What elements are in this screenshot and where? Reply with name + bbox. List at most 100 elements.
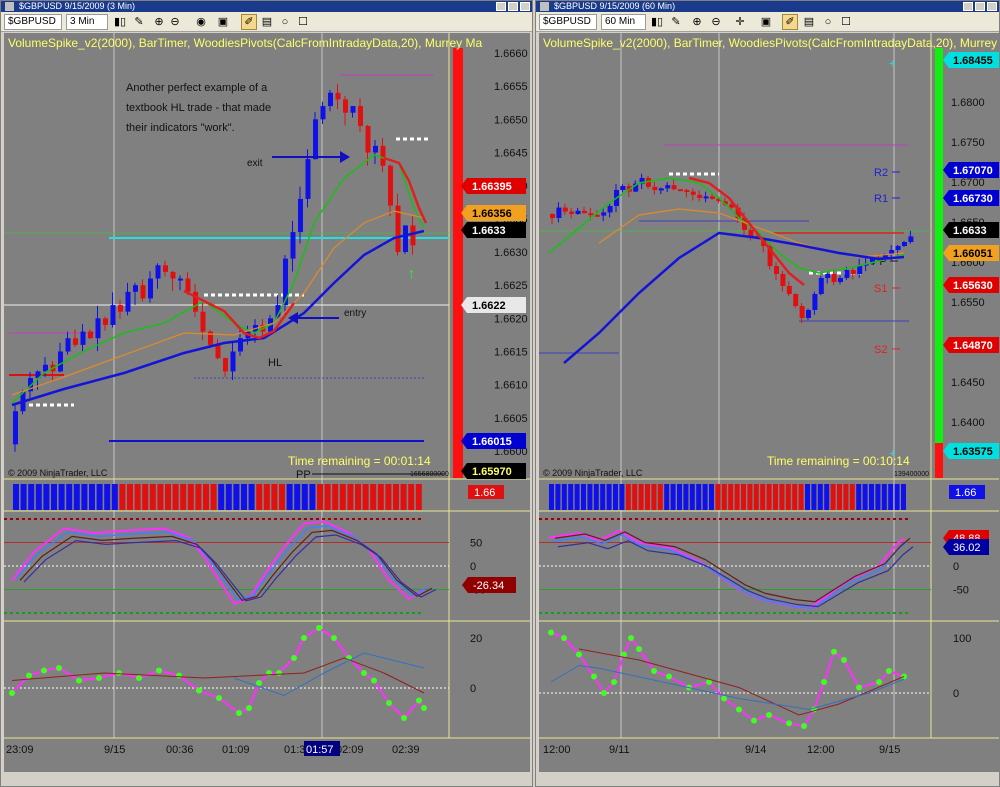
volume-bar: [89, 484, 95, 510]
candle: [799, 306, 805, 318]
globe-icon[interactable]: ◉: [193, 14, 209, 30]
right-chart-svg[interactable]: 1.68001.67501.67001.66501.66001.65501.65…: [539, 33, 999, 773]
price-label: 1.66730: [953, 193, 993, 205]
volume-bar: [561, 484, 567, 510]
price-label: 1.67070: [953, 165, 993, 177]
osc-dot: [76, 677, 82, 684]
left-plot-area[interactable]: 1.66601.66551.66501.66451.66401.66351.66…: [4, 33, 530, 773]
maximize-button[interactable]: [508, 2, 518, 11]
bar-style-icon[interactable]: ▮▯: [112, 14, 128, 30]
minimize-button[interactable]: [496, 2, 506, 11]
volume-bar: [370, 484, 377, 510]
close-button[interactable]: [987, 2, 997, 11]
drawing-icon[interactable]: ✐: [782, 14, 798, 30]
maximize-button[interactable]: [975, 2, 985, 11]
candle: [569, 211, 575, 214]
x-tick: 9/11: [609, 744, 630, 756]
volume-bar: [408, 484, 415, 510]
interval-select[interactable]: 3 Min: [66, 14, 108, 30]
right-window-title: $GBPUSD 9/15/2009 (60 Min): [554, 1, 676, 11]
osc-signal-line: [233, 652, 425, 697]
properties-icon[interactable]: ▣: [215, 14, 231, 30]
volume-bar: [689, 484, 695, 510]
left-chart-window: $GBPUSD 9/15/2009 (3 Min) $GBPUSD 3 Min …: [0, 0, 533, 787]
price-tick: 1.6655: [494, 81, 528, 93]
candle: [125, 291, 131, 312]
volume-bar: [256, 484, 263, 510]
chart-trader-icon[interactable]: ▤: [801, 14, 817, 30]
price-label: 1.65630: [953, 280, 993, 292]
candle: [65, 338, 71, 352]
minimize-button[interactable]: [963, 2, 973, 11]
volume-bar: [798, 484, 804, 510]
osc-dot: [416, 697, 422, 704]
candle: [908, 236, 914, 242]
volume-bar: [233, 484, 240, 510]
zoom-in-icon[interactable]: ⊕: [151, 14, 167, 30]
volume-bar: [888, 484, 894, 510]
price-label: 1.66051: [953, 248, 993, 260]
candle: [73, 338, 78, 345]
zoom-out-icon[interactable]: ⊖: [167, 14, 183, 30]
candle: [780, 274, 786, 286]
bar-timer-bar: [453, 48, 463, 478]
zoom-out-icon[interactable]: ⊖: [708, 14, 724, 30]
left-indicator-list: VolumeSpike_v2(2000), BarTimer, WoodiesP…: [8, 36, 483, 50]
bar-timer-bar: [935, 48, 943, 443]
price-label: 1.65970: [472, 466, 512, 478]
volume-bar: [747, 484, 753, 510]
volume-bar: [180, 484, 187, 510]
candle: [620, 186, 626, 190]
volume-bar: [549, 484, 554, 510]
osc-dot: [56, 665, 62, 671]
osc-dot: [548, 629, 554, 636]
options-icon[interactable]: ☐: [838, 14, 854, 30]
price-tick: 1.6630: [494, 247, 528, 259]
chart-trader-icon[interactable]: ▤: [259, 14, 275, 30]
osc-dot: [611, 679, 617, 685]
volume-bar: [111, 484, 118, 510]
volume-bar: [811, 484, 817, 510]
left-scrollbar[interactable]: [4, 771, 530, 785]
candle: [358, 106, 363, 126]
copyright: © 2009 NinjaTrader, LLC: [543, 468, 643, 478]
bar-timer-bar: [935, 443, 943, 478]
right-title-bar: $GBPUSD 9/15/2009 (60 Min): [536, 1, 999, 12]
candle: [588, 213, 594, 216]
symbol-select[interactable]: $GBPUSD: [539, 14, 597, 30]
osc-dot: [276, 670, 282, 676]
left-chart-svg[interactable]: 1.66601.66551.66501.66451.66401.66351.66…: [4, 33, 530, 773]
x-tick: 12:00: [807, 744, 835, 756]
clock-icon[interactable]: ○: [820, 14, 836, 30]
right-plot-area[interactable]: 1.68001.67501.67001.66501.66001.65501.65…: [539, 33, 999, 773]
properties-icon[interactable]: ▣: [758, 14, 774, 30]
right-toolbar: $GBPUSD 60 Min ▮▯ ✎ ⊕ ⊖ ✛ ▣ ✐ ▤ ○ ☐: [536, 12, 999, 32]
volume-bar: [142, 484, 149, 510]
osc-tick: 100: [953, 633, 971, 645]
bar-style-icon[interactable]: ▮▯: [649, 14, 665, 30]
volume-bar: [664, 484, 670, 510]
drawing-icon[interactable]: ✐: [241, 14, 257, 30]
pen-icon[interactable]: ✎: [668, 14, 684, 30]
exit-label: exit: [247, 158, 263, 169]
candle: [380, 145, 386, 166]
osc-dot: [371, 677, 377, 684]
osc-dot: [591, 673, 597, 680]
crosshair-icon[interactable]: ✛: [732, 14, 748, 30]
symbol-select[interactable]: $GBPUSD: [4, 14, 62, 30]
right-scrollbar[interactable]: [539, 771, 999, 785]
candle: [850, 270, 856, 274]
zoom-in-icon[interactable]: ⊕: [689, 14, 705, 30]
close-button[interactable]: [520, 2, 530, 11]
volume-bar: [632, 484, 638, 510]
osc-dot: [256, 680, 262, 686]
volume-bar: [773, 484, 778, 510]
pen-icon[interactable]: ✎: [131, 14, 147, 30]
clock-icon[interactable]: ○: [277, 14, 293, 30]
candle: [403, 225, 408, 252]
time-remaining: Time remaining = 00:10:14: [767, 454, 910, 468]
osc-dot: [246, 705, 252, 711]
options-icon[interactable]: ☐: [295, 14, 311, 30]
osc-dot: [176, 672, 182, 679]
interval-select[interactable]: 60 Min: [601, 14, 646, 30]
